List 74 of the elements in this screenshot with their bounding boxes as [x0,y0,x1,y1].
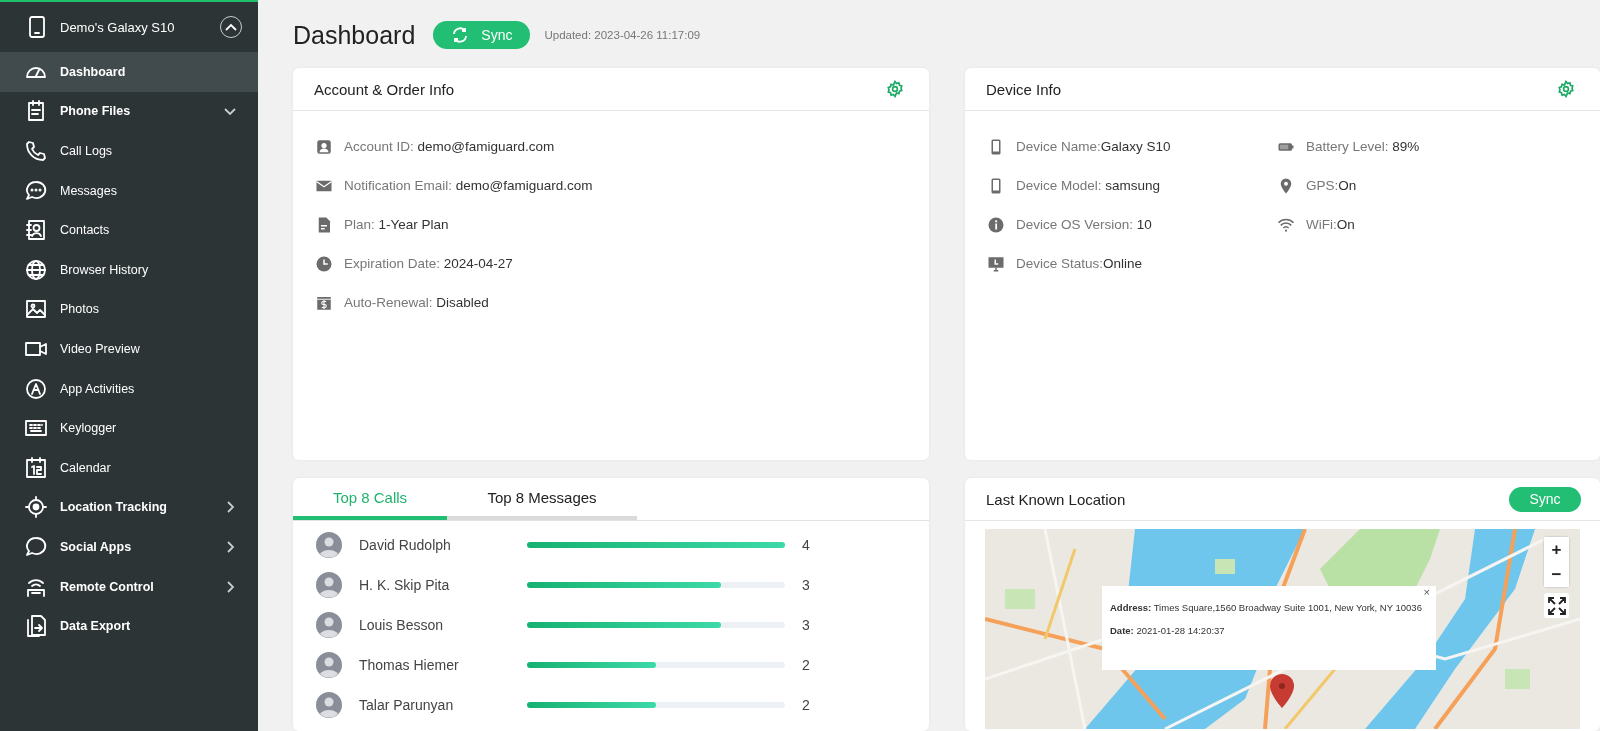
contact-card-icon [24,218,48,243]
popup-date: Date: 2021-01-28 14:20:37 [1110,625,1226,636]
info-text: WiFi:On [1306,217,1355,232]
call-count: 3 [802,617,810,633]
sidebar-item[interactable]: Dashboard [0,52,258,92]
sidebar-item[interactable]: Social Apps [0,527,258,567]
phone-icon [24,139,48,163]
sidebar-item[interactable]: App Activities [0,368,258,409]
info-text: Auto-Renewal: Disabled [344,295,489,310]
info-text: Device Name:Galaxy S10 [1016,139,1171,154]
contact-name: Thomas Hiemer [359,657,460,673]
crosshair-icon [24,495,48,520]
sidebar-item[interactable]: Video Preview [0,329,258,369]
page-title: Dashboard [293,20,416,50]
chevron-up-icon [225,23,237,31]
sync-icon [451,27,470,43]
info-icon [987,215,1005,234]
contact-name: David Rudolph [359,537,452,553]
sidebar-item[interactable]: Phone Files [0,91,258,132]
avatar-icon [316,652,342,678]
info-text: Expiration Date: 2024-04-27 [344,256,513,271]
call-count: 4 [802,537,810,553]
file-export-icon [24,614,48,639]
info-text: Account ID: demo@famiguard.com [344,139,555,154]
map-marker-icon [1269,673,1295,709]
sidebar-item[interactable]: Browser History [0,249,258,290]
tab[interactable]: Top 8 Messages [447,478,637,520]
card-title: Account & Order Info [314,80,455,98]
monitor-icon [987,254,1005,273]
sidebar-item[interactable]: Data Export [0,606,258,646]
zoom-out-button[interactable]: − [1544,562,1569,587]
info-text: Device OS Version: 10 [1016,217,1152,232]
contact-name: Talar Parunyan [359,697,455,713]
info-text: Device Model: samsung [1016,178,1161,193]
app-store-icon [24,376,48,401]
avatar-icon [316,532,342,558]
device-name: Demo's Galaxy S10 [60,19,176,35]
sidebar-item[interactable]: Calendar [0,447,258,488]
call-count: 2 [802,697,810,713]
avatar-icon [316,572,342,598]
sidebar-item[interactable]: Messages [0,170,258,211]
contact-name: H. K. Skip Pita [359,577,451,593]
info-text: Notification Email: demo@famiguard.com [344,178,593,193]
calendar-icon [24,455,48,480]
call-count: 2 [802,657,810,673]
call-count: 3 [802,577,810,593]
sidebar-item[interactable]: Keylogger [0,408,258,448]
clock-icon [315,254,333,273]
globe-icon [24,257,48,282]
fullscreen-button[interactable] [1544,593,1569,618]
chat-icon [24,178,48,203]
info-text: Battery Level: 89% [1306,139,1420,154]
settings-icon [886,80,904,98]
sidebar-item[interactable]: Remote Control [0,566,258,607]
info-text: GPS:On [1306,178,1357,193]
sidebar-item[interactable]: Location Tracking [0,487,258,528]
zoom-in-button[interactable]: + [1544,537,1569,562]
speech-bubble-icon [24,534,48,559]
sidebar-item[interactable]: Photos [0,289,258,330]
sidebar-item[interactable]: Contacts [0,210,258,250]
card-title: Last Known Location [986,490,1126,508]
contact-name: Louis Besson [359,617,445,633]
card-title: Device Info [986,80,1062,98]
info-text: Plan: 1-Year Plan [344,217,449,232]
settings-icon [1557,80,1575,98]
sidebar-item[interactable]: Call Logs [0,131,258,171]
info-text: Device Status:Online [1016,256,1143,271]
close-button[interactable]: × [1420,586,1433,598]
avatar-icon [316,692,342,718]
person-icon [315,137,333,156]
avatar-icon [316,612,342,638]
updated-time: Updated: 2023-04-26 11:17:09 [544,29,701,41]
phone-device-icon [26,15,48,39]
popup-address: Address: Times Square,1560 Broadway Suite 1001, New York, NY 10036 [1110,602,1423,613]
